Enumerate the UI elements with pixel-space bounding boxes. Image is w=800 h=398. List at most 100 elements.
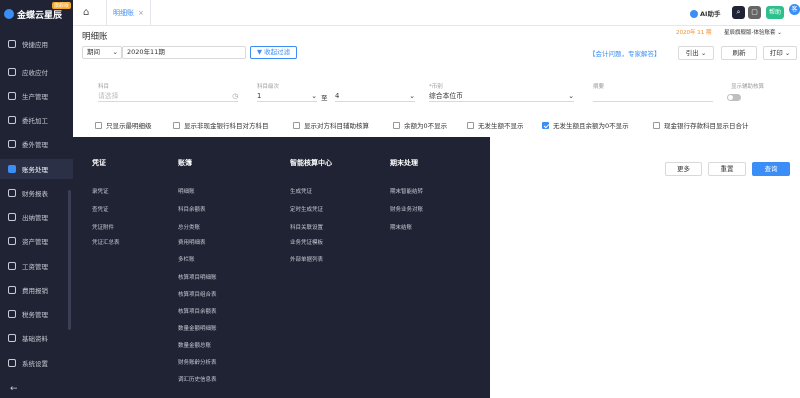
checkbox-zero-balance[interactable]: 余额为0不显示 <box>393 120 447 130</box>
chevron-down-icon: ⌄ <box>311 92 317 100</box>
accounting-flyout-menu: 凭证 录凭证 查凭证 凭证附件 凭证汇总表 账簿 明细账 科目余额表 总分类账 … <box>73 137 490 398</box>
menu-item-voucher-attachments[interactable]: 凭证附件 <box>92 223 114 231</box>
menu-heading-period-end: 期末处理 <box>390 159 418 167</box>
menu-item-item-detail[interactable]: 核算项目明细账 <box>178 273 217 281</box>
menu-item-voucher-template[interactable]: 业务凭证模板 <box>290 238 323 246</box>
level-from-select[interactable]: 1 ⌄ <box>257 90 317 102</box>
sidebar-scrollbar[interactable] <box>68 190 71 330</box>
sidebar-item-payroll[interactable]: 工资管理 <box>0 256 73 276</box>
collapse-filter-button[interactable]: ▼ 收起过滤 <box>250 46 298 59</box>
sidebar-item-consigned[interactable]: 委托加工 <box>0 110 73 130</box>
menu-item-query-voucher[interactable]: 查凭证 <box>92 205 109 213</box>
home-icon[interactable]: ⌂ <box>83 7 95 19</box>
close-icon[interactable]: × <box>138 9 144 17</box>
top-bar: ⌂ 明细账 × AI助手 ⌕ ▢ 帮助 客 <box>73 0 800 26</box>
menu-heading-voucher: 凭证 <box>92 159 106 167</box>
query-button[interactable]: 查询 <box>752 162 790 176</box>
sidebar-item-expenses[interactable]: 费用报销 <box>0 280 73 300</box>
menu-item-smart-transfer[interactable]: 期末智能结转 <box>390 187 423 195</box>
chevron-down-icon: ⌄ <box>409 92 415 100</box>
account-set-selector[interactable]: 星辰旗舰版-体验账套 ⌄ <box>724 28 782 36</box>
expert-help-link[interactable]: 【会计问题，专家解答】 <box>589 48 661 58</box>
message-icon[interactable]: ▢ <box>748 6 761 19</box>
sidebar-item-quick-apps[interactable]: 快捷应用 <box>0 34 73 54</box>
summary-input[interactable] <box>593 90 713 102</box>
reset-button[interactable]: 重置 <box>708 162 746 176</box>
aux-accounting-toggle[interactable] <box>727 94 741 101</box>
menu-heading-books: 账簿 <box>178 159 192 167</box>
logo-icon <box>4 9 14 19</box>
menu-item-aging-analysis[interactable]: 财务账龄分析表 <box>178 358 217 366</box>
period-input[interactable]: 2020年11期 <box>122 46 246 59</box>
menu-item-generate-voucher[interactable]: 生成凭证 <box>290 187 312 195</box>
grid-icon <box>8 40 16 48</box>
menu-item-item-combination[interactable]: 核算项目组合表 <box>178 290 217 298</box>
menu-item-qty-general[interactable]: 数量金额总账 <box>178 341 211 349</box>
asset-icon <box>8 237 16 245</box>
edition-badge: 旗舰版 <box>51 2 71 9</box>
menu-item-detail-ledger[interactable]: 明细账 <box>178 187 195 195</box>
chevron-down-icon: ⌄ <box>777 30 782 36</box>
sidebar-item-basic-data[interactable]: 基础资料 <box>0 328 73 348</box>
level-to-select[interactable]: 4 ⌄ <box>335 90 415 102</box>
menu-item-general-ledger[interactable]: 总分类账 <box>178 223 200 231</box>
print-button[interactable]: 打印 ⌄ <box>763 46 797 60</box>
ai-icon <box>690 10 698 18</box>
sidebar-item-tax[interactable]: 税务管理 <box>0 304 73 324</box>
sidebar-item-production[interactable]: 生产管理 <box>0 86 73 106</box>
checkbox-detail-only[interactable]: 只显示最明细级 <box>95 120 152 130</box>
sidebar-item-receivables[interactable]: 应收应付 <box>0 62 73 82</box>
menu-item-account-mapping[interactable]: 科目关联设置 <box>290 223 323 231</box>
sidebar-item-reports[interactable]: 财务报表 <box>0 183 73 203</box>
menu-item-voucher-summary[interactable]: 凭证汇总表 <box>92 238 120 246</box>
checkbox-non-cash-opposite[interactable]: 显示非现金银行科目对方科目 <box>173 120 269 130</box>
menu-item-multi-column[interactable]: 多栏账 <box>178 255 195 263</box>
refresh-button[interactable]: 刷新 <box>721 46 757 60</box>
chevron-down-icon: ⌄ <box>784 49 791 57</box>
more-button[interactable]: 更多 <box>665 162 702 176</box>
account-label: 科目 <box>98 84 110 90</box>
menu-item-enter-voucher[interactable]: 录凭证 <box>92 187 109 195</box>
menu-item-period-close[interactable]: 期末结账 <box>390 223 412 231</box>
period-type-select[interactable]: 期间 ⌄ <box>82 46 122 59</box>
currency-label: *币别 <box>429 84 443 90</box>
menu-item-expense-detail[interactable]: 费用明细表 <box>178 238 206 246</box>
menu-item-external-docs[interactable]: 外部单据列表 <box>290 255 323 263</box>
page-title: 明细账 <box>82 32 108 42</box>
cash-icon <box>8 213 16 221</box>
currency-select[interactable]: 综合本位币 ⌄ <box>429 90 574 102</box>
account-picker[interactable]: 请选择 ◷ <box>98 90 238 102</box>
chevron-down-icon: ⌄ <box>700 49 707 57</box>
summary-label: 摘要 <box>593 84 605 90</box>
menu-item-qty-detail[interactable]: 数量金额明细账 <box>178 324 217 332</box>
sidebar-item-outsourcing[interactable]: 委外管理 <box>0 134 73 154</box>
current-period: 2020年 11 期 <box>676 30 712 36</box>
menu-item-item-balance[interactable]: 核算项目余额表 <box>178 307 217 315</box>
menu-item-scheduled-voucher[interactable]: 定时生成凭证 <box>290 205 323 213</box>
level-label: 科目级次 <box>257 84 280 90</box>
brand-logo[interactable]: 金蝶云星辰 旗舰版 <box>0 0 73 28</box>
money-icon <box>8 68 16 76</box>
help-button[interactable]: 帮助 <box>766 6 785 19</box>
menu-heading-smart-center: 智能核算中心 <box>290 159 332 167</box>
ai-assistant-button[interactable]: AI助手 <box>690 8 720 18</box>
sidebar-item-settings[interactable]: 系统设置 <box>0 353 73 373</box>
export-button[interactable]: 引出 ⌄ <box>678 46 714 60</box>
wrench-icon <box>8 116 16 124</box>
sidebar-item-assets[interactable]: 资产管理 <box>0 231 73 251</box>
arrow-left-icon[interactable]: ← <box>10 384 18 394</box>
checkbox-no-amount-zero-balance[interactable]: 无发生额且余额为0不显示 <box>542 120 629 130</box>
avatar[interactable]: 客 <box>789 4 800 15</box>
menu-item-account-balance[interactable]: 科目余额表 <box>178 205 206 213</box>
menu-item-fx-history[interactable]: 调汇历史信息表 <box>178 375 217 383</box>
sidebar-item-accounting[interactable]: 账务处理 <box>0 159 73 179</box>
aux-accounting-label: 显示辅助核算 <box>731 84 765 90</box>
tab-detail-ledger[interactable]: 明细账 × <box>106 0 151 26</box>
sidebar-item-cashier[interactable]: 出纳管理 <box>0 207 73 227</box>
checkbox-daily-total[interactable]: 现金银行存款科目显示日合计 <box>653 120 749 130</box>
search-icon[interactable]: ⌕ <box>732 6 745 19</box>
menu-item-reconciliation[interactable]: 财务业务对账 <box>390 205 423 213</box>
checkbox-opposite-aux[interactable]: 显示对方科目辅助核算 <box>293 120 369 130</box>
checkbox-no-amount[interactable]: 无发生额不显示 <box>467 120 524 130</box>
chevron-down-icon: ⌄ <box>568 92 574 100</box>
